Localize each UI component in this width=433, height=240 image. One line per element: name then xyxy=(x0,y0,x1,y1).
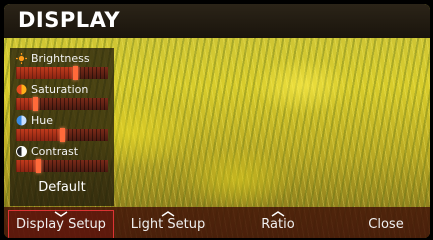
saturation-icon xyxy=(16,84,27,95)
settings-panel: Brightness Saturation Hue Contrast Defau… xyxy=(10,48,114,206)
slider-thumb[interactable] xyxy=(60,128,65,142)
slider-thumb[interactable] xyxy=(36,159,41,173)
slider-fill xyxy=(16,129,60,141)
default-button[interactable]: Default xyxy=(10,180,114,195)
ratio-button[interactable]: Ratio xyxy=(250,211,306,237)
slider-thumb[interactable] xyxy=(73,66,78,80)
light-setup-button[interactable]: Light Setup xyxy=(122,211,214,237)
contrast-icon xyxy=(16,146,27,157)
close-label: Close xyxy=(368,217,404,232)
slider-fill xyxy=(16,98,33,110)
light-setup-label: Light Setup xyxy=(130,217,206,232)
brightness-slider[interactable] xyxy=(16,66,108,80)
contrast-label: Contrast xyxy=(31,145,79,158)
slider-fill xyxy=(16,67,73,79)
hue-label: Hue xyxy=(31,114,54,127)
brightness-label: Brightness xyxy=(31,52,90,65)
display-screen: DISPLAY Brightness Saturation Hue Contra… xyxy=(4,4,430,238)
page-title: DISPLAY xyxy=(18,8,121,32)
sun-icon xyxy=(16,53,27,64)
slider-fill xyxy=(16,160,36,172)
saturation-slider[interactable] xyxy=(16,97,108,111)
display-setup-button[interactable]: Display Setup xyxy=(8,210,114,238)
slider-thumb[interactable] xyxy=(33,97,38,111)
contrast-slider[interactable] xyxy=(16,159,108,173)
bottom-menu-bar: Display Setup Light Setup Ratio Close xyxy=(4,207,430,238)
title-bar: DISPLAY xyxy=(4,4,430,38)
hue-slider[interactable] xyxy=(16,128,108,142)
hue-icon xyxy=(16,115,27,126)
ratio-label: Ratio xyxy=(261,217,295,232)
close-button[interactable]: Close xyxy=(356,217,416,238)
saturation-label: Saturation xyxy=(31,83,89,96)
display-setup-label: Display Setup xyxy=(16,217,106,232)
